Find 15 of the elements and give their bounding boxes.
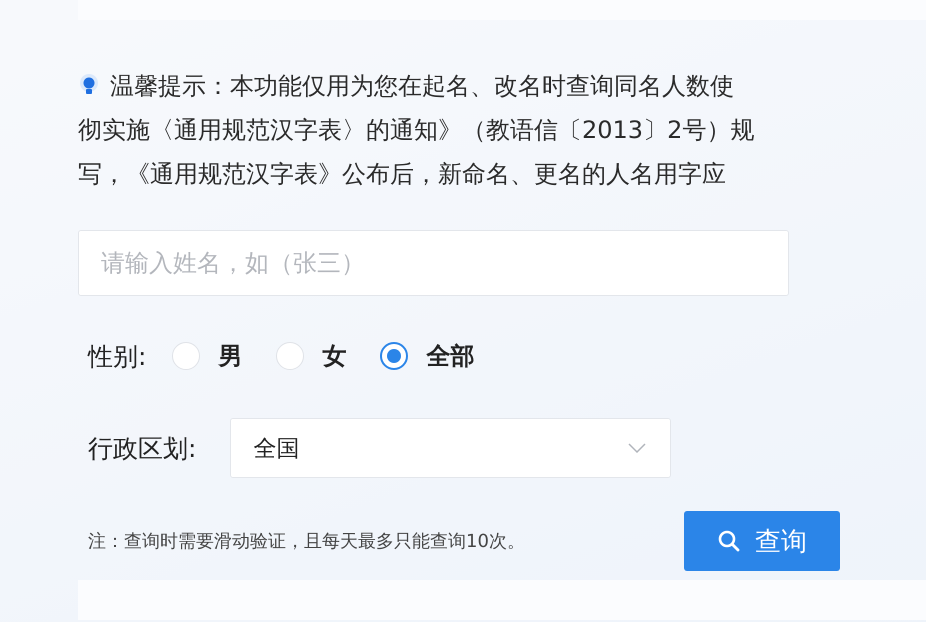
region-label: 行政区划:	[88, 432, 196, 464]
region-select[interactable]: 全国	[230, 418, 672, 478]
search-icon	[717, 529, 741, 553]
chevron-down-icon	[628, 443, 646, 453]
radio-label: 男	[218, 341, 242, 372]
gender-label: 性别:	[88, 340, 146, 372]
notice-text: 彻实施〈通用规范汉字表〉的通知》（教语信〔2013〕2号）规	[78, 115, 754, 146]
name-input-field[interactable]: 请输入姓名，如（张三）	[78, 230, 789, 296]
notice-text: 写，《通用规范汉字表》公布后，新命名、更名的人名用字应	[78, 159, 726, 190]
note-text: 注：查询时需要滑动验证，且每天最多只能查询10次。	[88, 530, 526, 553]
radio-label: 全部	[426, 341, 474, 372]
search-button[interactable]: 查询	[684, 511, 840, 571]
radio-label: 女	[322, 341, 346, 372]
notice-text: 温馨提示：本功能仅用为您在起名、改名时查询同名人数使	[110, 71, 734, 102]
radio-button[interactable]	[380, 342, 408, 370]
